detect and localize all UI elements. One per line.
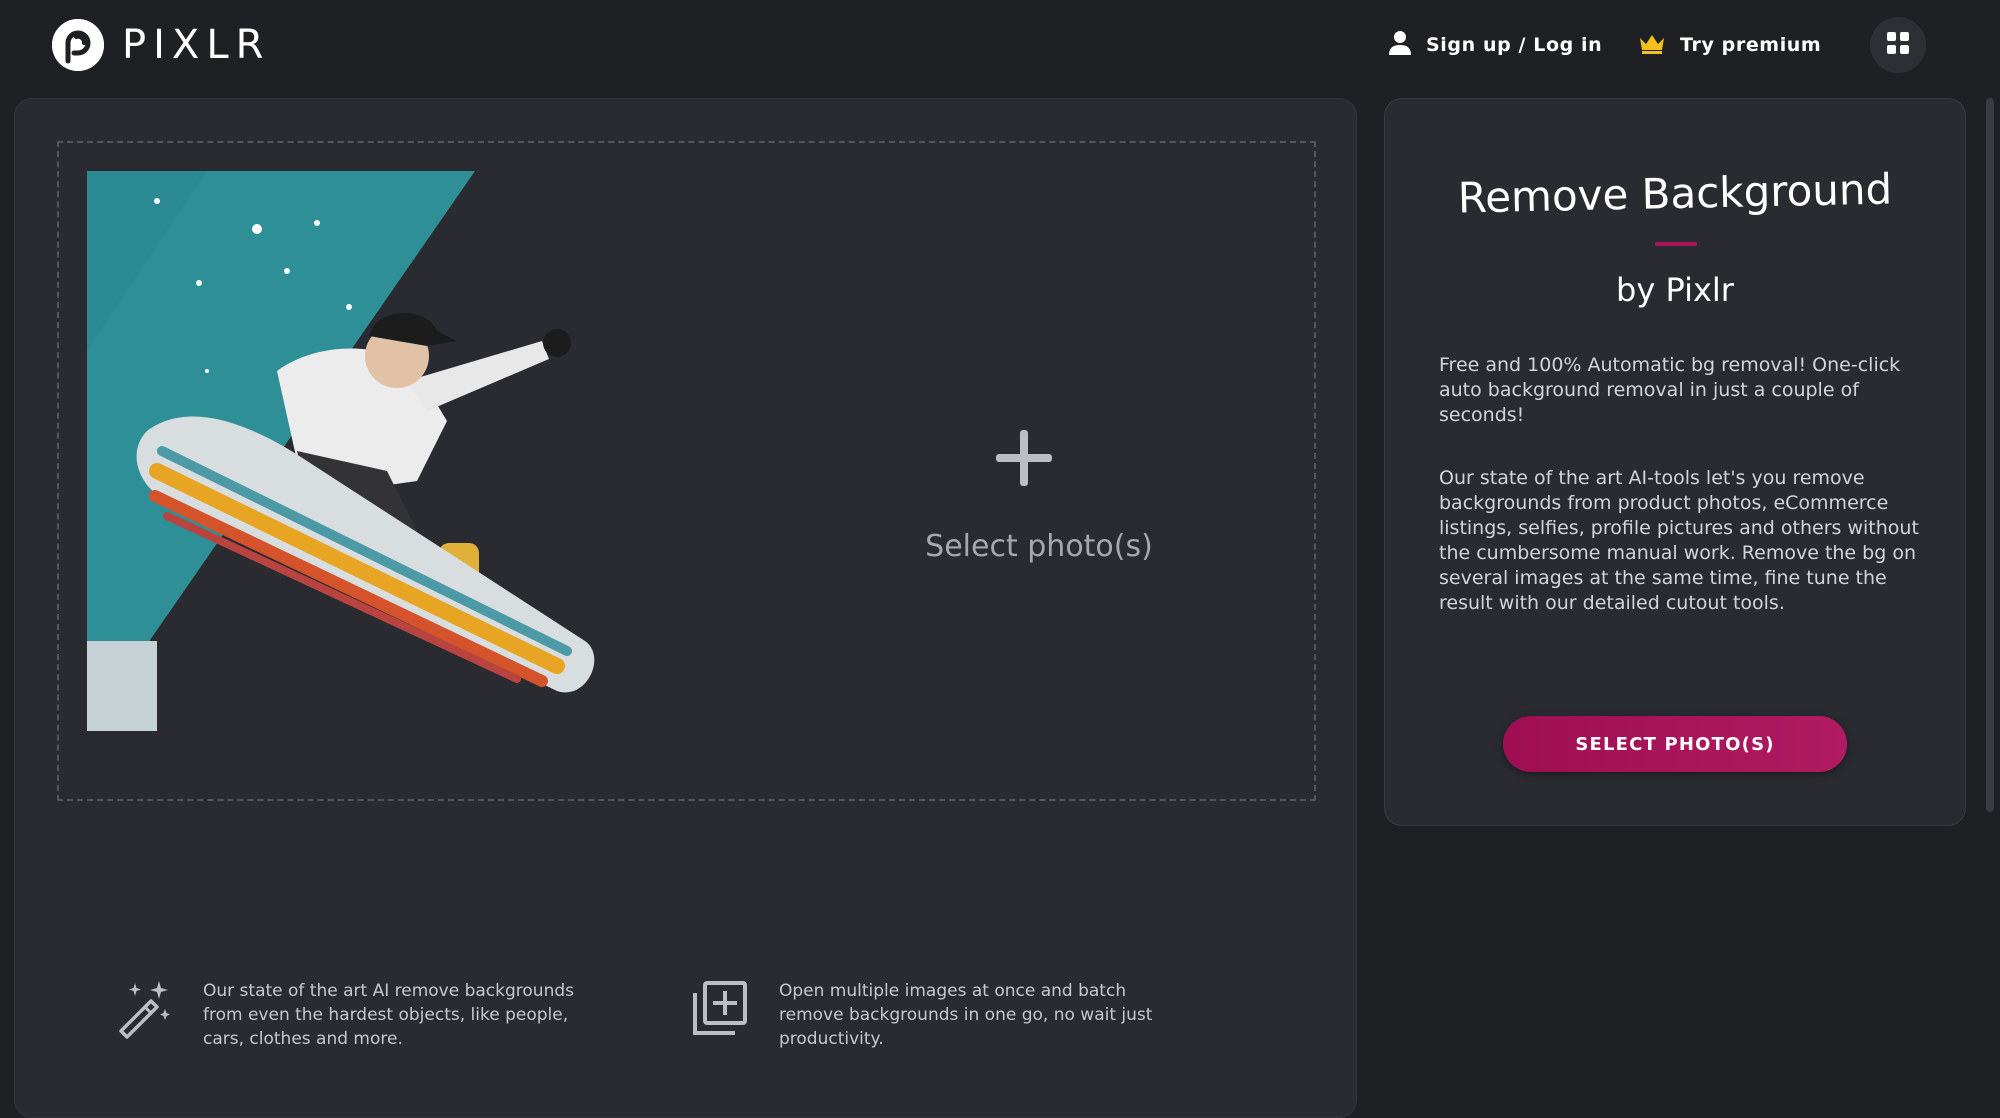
logo-wordmark: PIXLR: [122, 22, 271, 68]
crown-icon: [1638, 32, 1666, 59]
premium-label: Try premium: [1680, 34, 1822, 56]
select-photos-label[interactable]: Select photo(s): [839, 529, 1239, 564]
panel-title: Remove Background: [1457, 164, 1893, 223]
feature-ai-removal: Our state of the art AI remove backgroun…: [113, 979, 603, 1051]
photo-dropzone[interactable]: Select photo(s): [57, 141, 1316, 801]
panel-subtitle: by Pixlr: [1616, 271, 1734, 309]
add-photo-plus-icon[interactable]: [994, 428, 1054, 488]
login-link[interactable]: Sign up / Log in: [1388, 18, 1602, 72]
feature-batch-removal-text: Open multiple images at once and batch r…: [779, 981, 1153, 1049]
upload-panel: Select photo(s) Our state of the art AI …: [14, 98, 1357, 1118]
panel-intro-text: Free and 100% Automatic bg removal! One-…: [1439, 354, 1901, 426]
login-label: Sign up / Log in: [1426, 34, 1603, 56]
snowboarder-example-image: [87, 171, 627, 731]
apps-grid-icon: [1886, 31, 1910, 59]
page-scrollbar[interactable]: [1986, 98, 1994, 812]
title-underline: [1655, 242, 1697, 246]
magic-wand-icon: [113, 979, 173, 1039]
try-premium-link[interactable]: Try premium: [1638, 18, 1821, 72]
panel-description-text: Our state of the art AI-tools let's you …: [1439, 467, 1919, 614]
pixlr-logo[interactable]: PIXLR: [52, 18, 270, 72]
pixlr-logo-icon: [52, 19, 104, 71]
select-photos-button[interactable]: SELECT PHOTO(S): [1503, 716, 1847, 772]
header-actions: Sign up / Log in Try premium: [1300, 17, 2000, 73]
user-icon: [1388, 30, 1412, 61]
info-panel: Remove Background by Pixlr Free and 100%…: [1384, 98, 1966, 826]
apps-menu-button[interactable]: [1870, 17, 1926, 73]
top-bar: PIXLR Sign up / Log in Try premium: [0, 0, 2000, 98]
feature-ai-removal-text: Our state of the art AI remove backgroun…: [203, 981, 574, 1049]
add-multiple-images-icon: [689, 979, 749, 1039]
feature-batch-removal: Open multiple images at once and batch r…: [689, 979, 1179, 1051]
